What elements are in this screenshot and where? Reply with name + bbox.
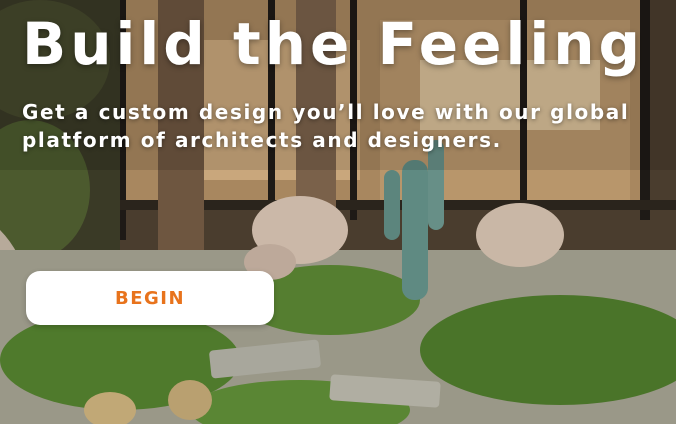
begin-button-label: BEGIN bbox=[114, 287, 186, 309]
hero-section: Build the Feeling Get a custom design yo… bbox=[0, 0, 676, 424]
hero-subheadline: Get a custom design you’ll love with our… bbox=[22, 100, 630, 152]
hero-headline: Build the Feeling bbox=[22, 10, 645, 78]
begin-button[interactable]: BEGIN bbox=[26, 271, 274, 325]
